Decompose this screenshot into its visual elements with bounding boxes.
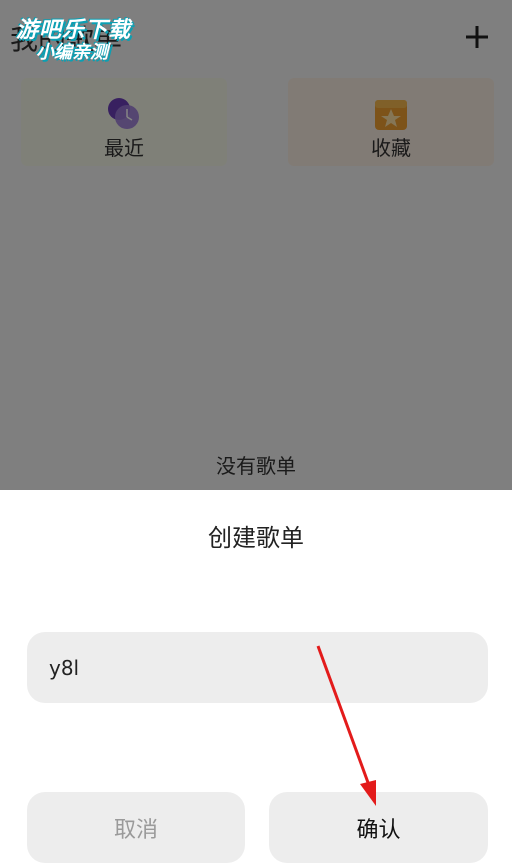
- create-playlist-dialog: 创建歌单 取消 确认: [0, 490, 512, 868]
- cancel-button[interactable]: 取消: [27, 792, 245, 863]
- dim-overlay[interactable]: [0, 0, 512, 490]
- watermark-line-2: 小编亲测: [36, 42, 108, 63]
- watermark-logo: 游吧乐下载 小编亲测: [10, 12, 150, 66]
- playlist-name-input[interactable]: [27, 632, 488, 703]
- confirm-button[interactable]: 确认: [269, 792, 488, 863]
- dialog-title: 创建歌单: [208, 524, 304, 552]
